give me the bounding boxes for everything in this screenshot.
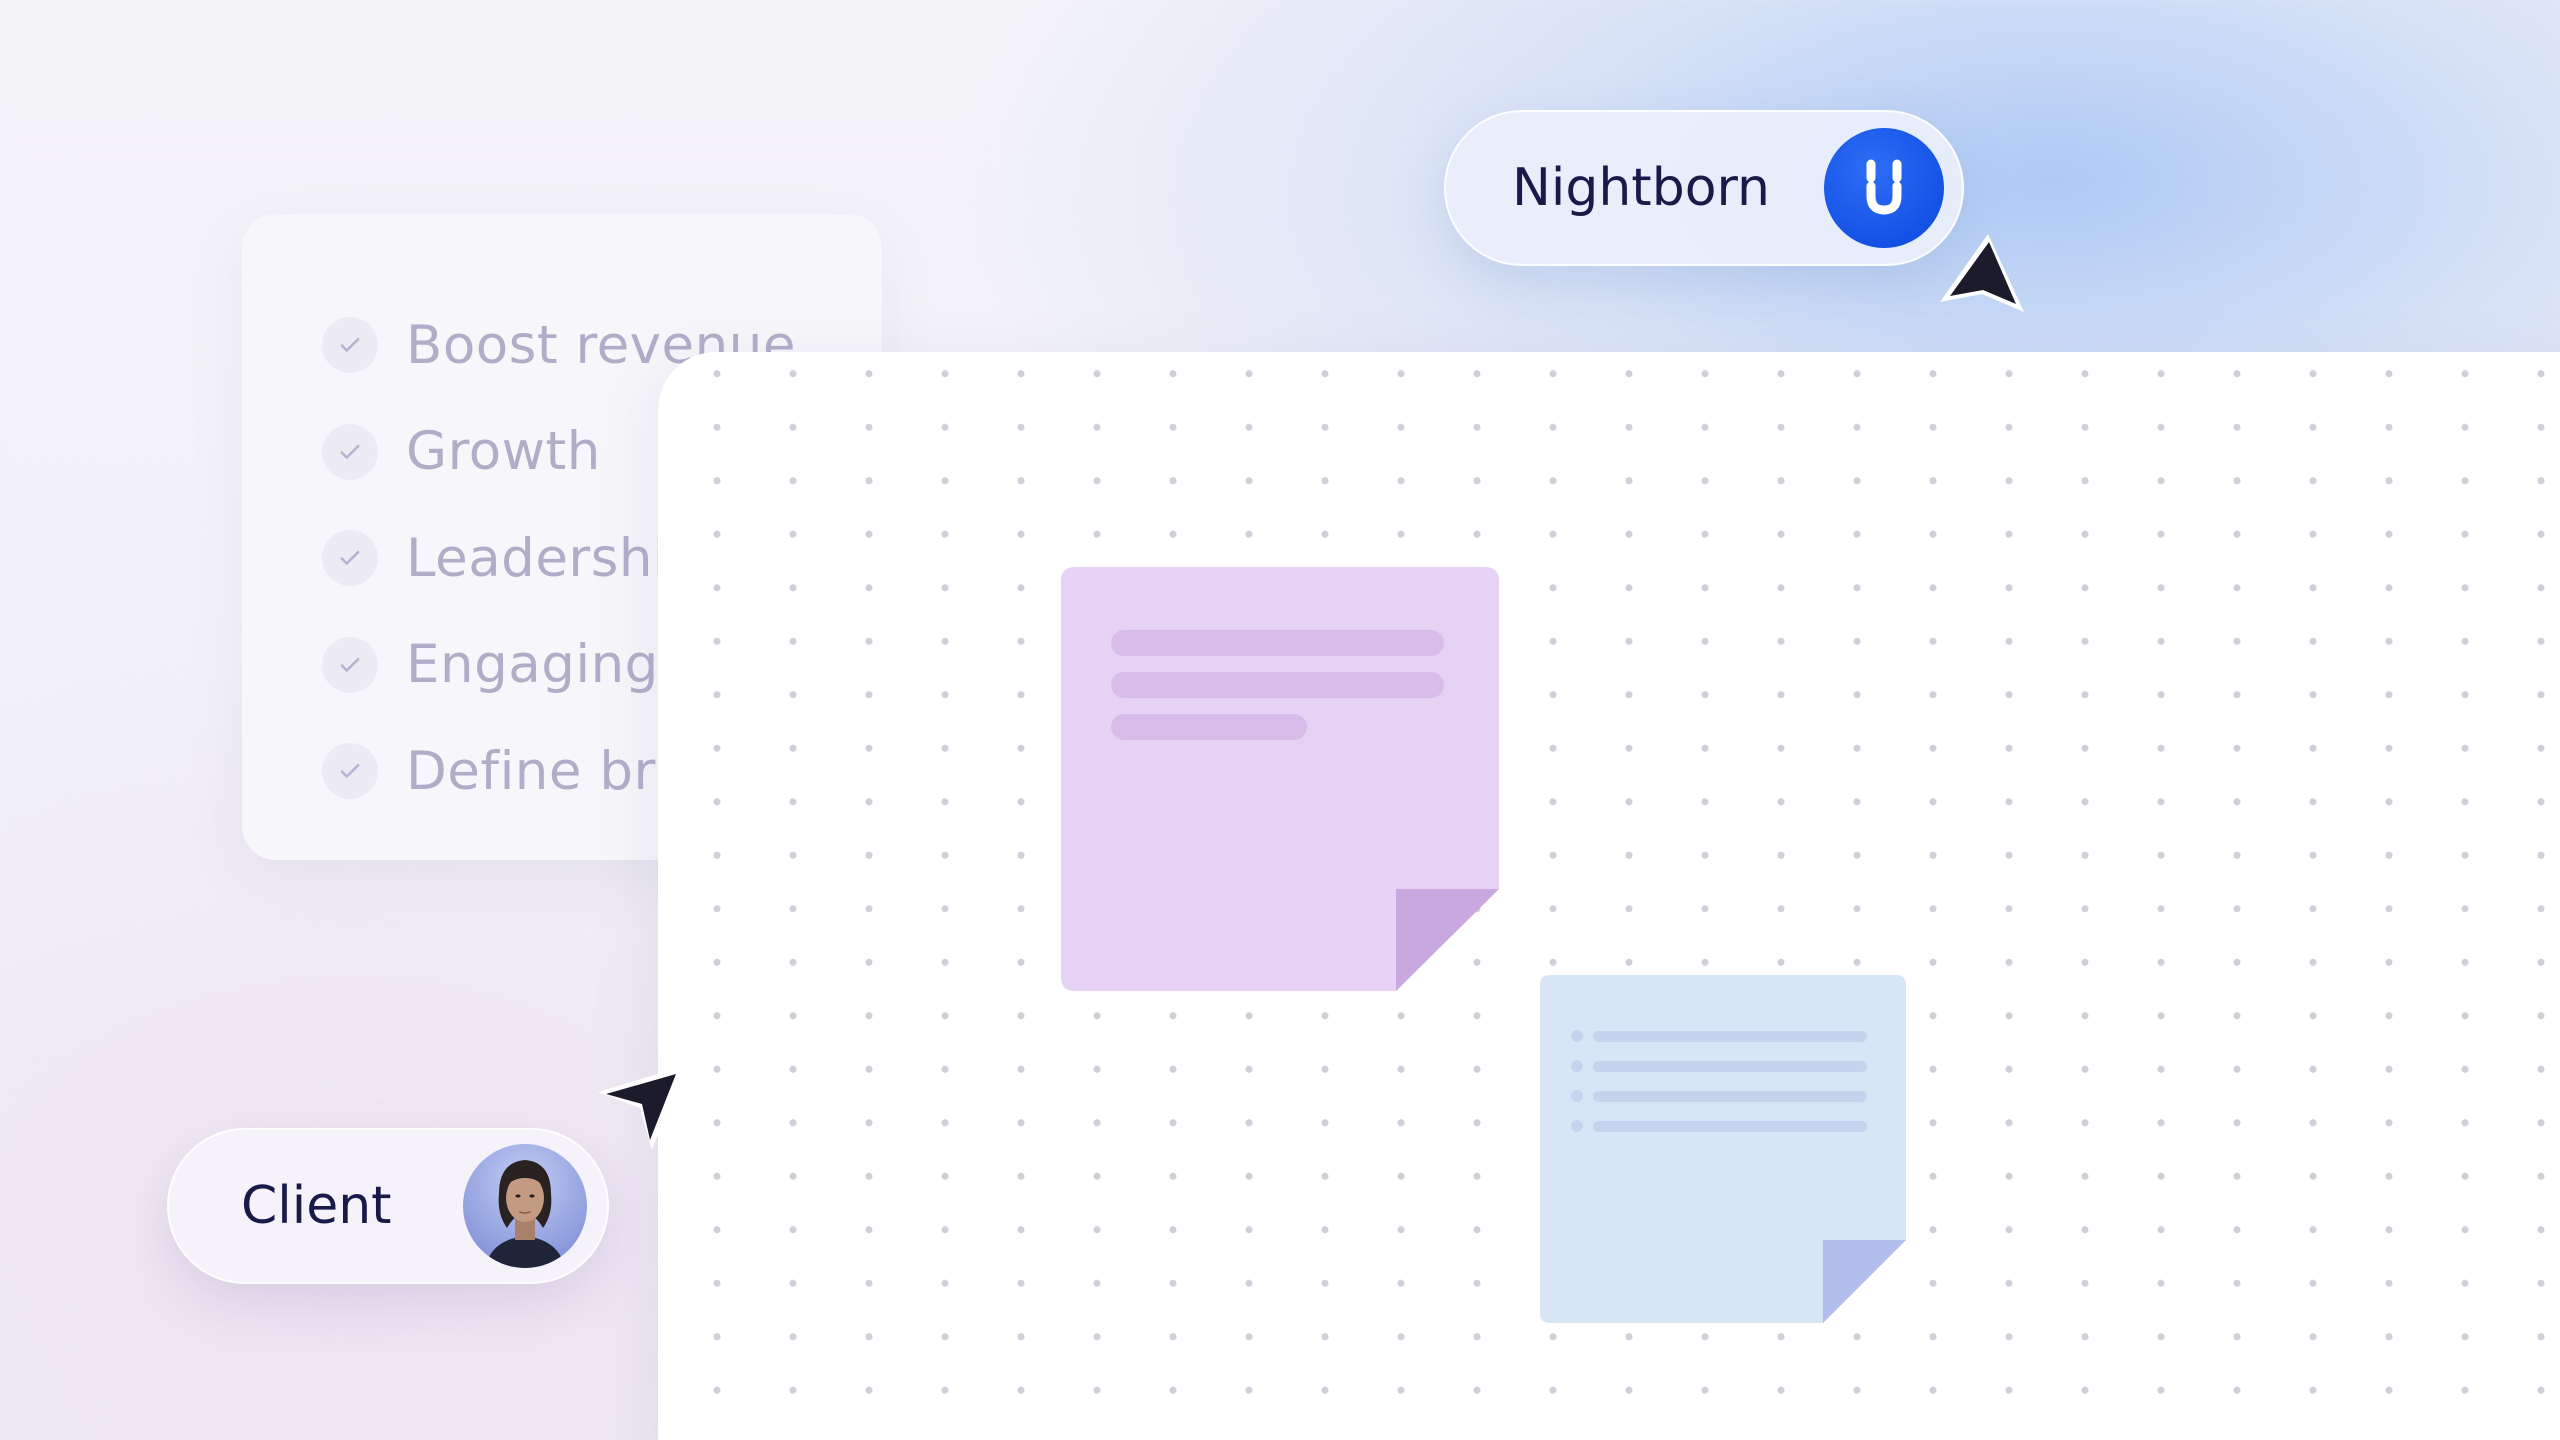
avatar — [463, 1144, 587, 1268]
cursor-pointer-icon — [592, 1058, 688, 1154]
check-icon[interactable] — [322, 636, 378, 693]
collaborator-name: Client — [241, 1176, 392, 1236]
check-icon[interactable] — [322, 317, 378, 374]
collaborator-tag-client: Client — [167, 1128, 609, 1284]
nightborn-logo-icon — [1824, 128, 1944, 248]
check-icon[interactable] — [322, 530, 378, 587]
collaborator-name: Nightborn — [1512, 158, 1770, 218]
sticky-note-purple[interactable] — [1061, 567, 1499, 991]
checklist-item-label: Engaging — [406, 634, 659, 696]
cursor-pointer-icon — [1936, 228, 2032, 324]
check-icon[interactable] — [322, 743, 378, 800]
check-icon[interactable] — [322, 423, 378, 480]
collaborator-tag-nightborn: Nightborn — [1444, 110, 1964, 266]
checklist-item-label: Growth — [406, 421, 601, 483]
sticky-note-blue[interactable] — [1540, 975, 1906, 1323]
